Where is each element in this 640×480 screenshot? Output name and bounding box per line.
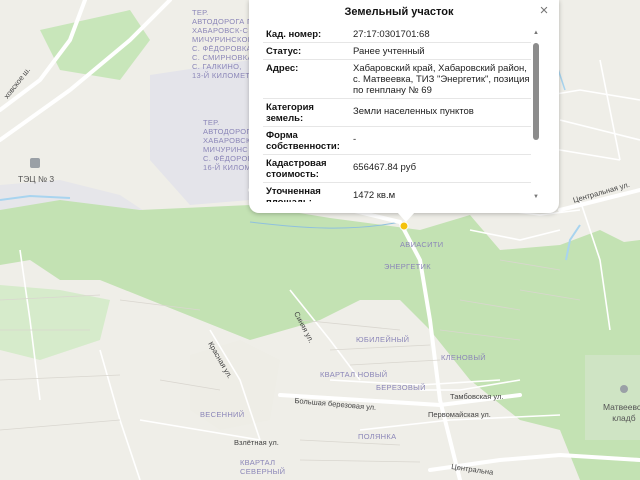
row-key: Форма собственности:: [266, 130, 340, 152]
close-icon[interactable]: ×: [536, 3, 552, 19]
row-status: Статус: Ранее учтенный: [263, 43, 531, 60]
row-value: 27:17:0301701:68: [353, 29, 430, 40]
row-cadastral-value: Кадастровая стоимость: 656467.84 руб: [263, 155, 531, 183]
row-key: Адрес:: [266, 63, 299, 74]
popup-rows: Кад. номер: 27:17:0301701:68 Статус: Ран…: [263, 26, 531, 202]
popup-pointer: [397, 212, 415, 222]
row-key: Категория земель:: [266, 102, 314, 124]
scroll-down-icon[interactable]: ▼: [531, 194, 541, 202]
row-key: Кадастровая стоимость:: [266, 158, 327, 180]
popup-title: Земельный участок: [344, 6, 454, 18]
row-value: 656467.84 руб: [353, 162, 417, 173]
land-plot-popup: Земельный участок × Кад. номер: 27:17:03…: [249, 0, 559, 213]
row-key: Кад. номер:: [266, 29, 322, 40]
row-key: Статус:: [266, 46, 302, 57]
row-key: Уточненная площадь:: [266, 186, 321, 202]
row-land-category: Категория земель: Земли населенных пункт…: [263, 99, 531, 127]
row-value: Земли населенных пунктов: [353, 106, 474, 117]
popup-scrollbar[interactable]: ▲ ▼: [531, 30, 541, 202]
row-value: 1472 кв.м: [353, 190, 396, 201]
row-area: Уточненная площадь: 1472 кв.м: [263, 183, 531, 202]
scroll-thumb[interactable]: [533, 43, 539, 140]
row-value: Хабаровский край, Хабаровский район, с. …: [353, 63, 530, 96]
row-value: -: [353, 134, 357, 145]
row-ownership: Форма собственности: -: [263, 127, 531, 155]
scroll-up-icon[interactable]: ▲: [531, 30, 541, 38]
row-value: Ранее учтенный: [353, 46, 425, 57]
row-cadastral-number: Кад. номер: 27:17:0301701:68: [263, 26, 531, 43]
row-address: Адрес: Хабаровский край, Хабаровский рай…: [263, 60, 531, 99]
